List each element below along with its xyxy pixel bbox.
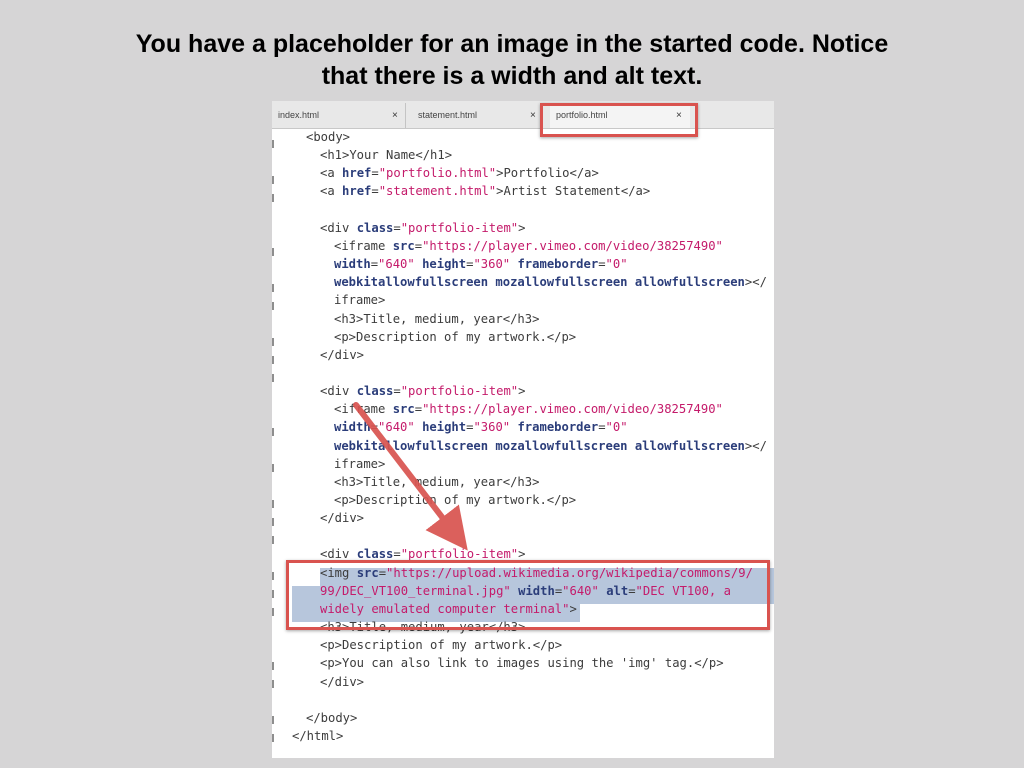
arrow-shaft <box>353 402 468 551</box>
arrow-annotation <box>353 402 468 551</box>
